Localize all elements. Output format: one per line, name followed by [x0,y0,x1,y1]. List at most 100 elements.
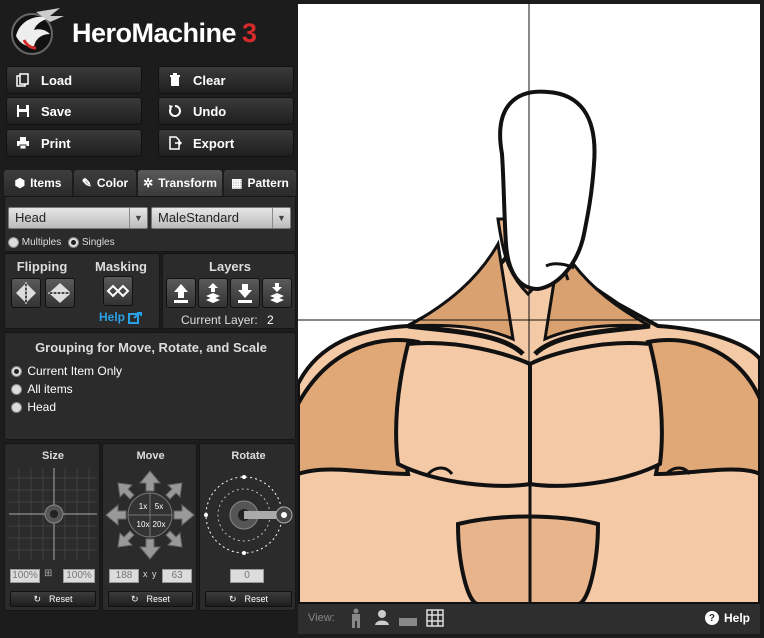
grouping-panel: Grouping for Move, Rotate, and Scale Cur… [4,332,296,440]
current-layer-label: Current Layer: [181,313,258,327]
drawing-canvas[interactable] [298,4,760,604]
size-width-field[interactable]: 100% [10,569,40,583]
layer-down-button[interactable] [262,278,292,308]
move-reset-button[interactable]: ↻ Reset [108,591,193,607]
layer-up-button[interactable] [198,278,228,308]
tab-items-label: Items [30,176,62,190]
step-5x[interactable]: 5x [151,502,167,511]
category-select[interactable]: Head ▼ [8,207,148,229]
layer-to-top-button[interactable] [166,278,196,308]
clear-label: Clear [193,72,226,88]
tab-pattern[interactable]: ▦ Pattern [224,170,296,196]
size-title: Size [41,450,64,462]
y-label: y [152,569,157,579]
export-button[interactable]: Export [158,129,294,157]
grouping-label-current: Current Item Only [27,364,123,378]
flip-vertical-icon [48,283,72,303]
arrow-up-icon [174,284,188,303]
undo-icon [167,103,183,119]
grouping-option-current[interactable]: Current Item Only [11,364,122,378]
wide-view-icon[interactable] [399,614,417,632]
view-label: View: [308,612,335,624]
tab-transform[interactable]: ✲ Transform [138,170,222,196]
undo-label: Undo [193,103,227,119]
heromachine-app: HeroMachine 3 Load Clear Save Undo Print … [0,0,764,638]
item-selector-panel: Head ▼ MaleStandard ▼ Multiples Singles [4,196,296,252]
tab-color[interactable]: ✎ Color [74,170,136,196]
multiples-radio[interactable] [8,237,19,248]
flip-horizontal-icon [16,282,36,304]
tab-bar: ⬢ Items ✎ Color ✲ Transform ▦ Pattern [4,170,296,196]
size-panel: Size 100% ⊞ 100% ↻ Reset [4,443,100,611]
current-layer: Current Layer: 2 [181,313,274,327]
layer-down-icon [270,283,284,303]
bust-view-icon[interactable] [374,609,390,632]
step-20x[interactable]: 20x [151,520,167,529]
arrow-down-icon [238,284,252,303]
rotate-reset-button[interactable]: ↻ Reset [205,591,292,607]
size-reset-button[interactable]: ↻ Reset [10,591,96,607]
load-button[interactable]: Load [6,66,142,94]
flip-horizontal-button[interactable] [11,278,41,308]
rotate-dial-icon[interactable] [202,469,294,561]
load-label: Load [41,72,73,88]
external-link-icon [128,310,143,324]
masking-help-label: Help [99,310,126,324]
multiples-label: Multiples [21,237,62,249]
reset-icon: ↻ [228,593,237,604]
grouping-option-head[interactable]: Head [11,400,56,414]
export-label: Export [193,135,235,151]
size-height-field[interactable]: 100% [63,569,95,583]
grid-view-icon[interactable] [426,609,444,632]
item-select[interactable]: MaleStandard ▼ [151,207,291,229]
mode-toggle: Multiples Singles [8,237,115,248]
mask-icon [106,284,130,298]
step-10x[interactable]: 10x [135,520,151,529]
flip-mask-panel: Flipping Masking Help [4,253,160,329]
singles-radio[interactable] [68,237,80,248]
tab-items[interactable]: ⬢ Items [4,170,72,196]
singles-label: Singles [81,237,115,249]
checker-icon: ▦ [231,176,243,190]
chevron-down-icon: ▼ [129,208,147,228]
grouping-radio-head[interactable] [11,402,22,414]
lock-ratio-icon[interactable]: ⊞ [44,568,52,579]
move-x-field[interactable]: 188 [109,569,139,583]
flip-vertical-button[interactable] [45,278,75,308]
full-body-view-icon[interactable] [348,608,364,633]
layer-up-icon [206,283,220,303]
move-panel: Move 1x 5x 10x 20x 188 x y 63 ↻ Reset [102,443,197,611]
grouping-title: Grouping for Move, Rotate, and Scale [35,340,267,355]
tab-pattern-label: Pattern [247,176,289,190]
help-button[interactable]: ? Help [704,611,750,625]
size-grid[interactable] [9,468,97,560]
undo-button[interactable]: Undo [158,97,294,125]
grouping-option-all[interactable]: All items [11,382,73,396]
category-value: Head [15,210,47,225]
app-logo: HeroMachine 3 [6,6,296,60]
reset-icon: ↻ [33,593,42,604]
floppy-icon [15,103,31,119]
current-layer-value: 2 [267,313,274,327]
x-label: x [143,569,148,579]
rotate-angle-field[interactable]: 0 [230,569,264,583]
rotate-reset-label: Reset [244,594,269,604]
mask-button[interactable] [103,276,133,306]
gear-icon: ✲ [143,176,154,190]
size-reset-label: Reset [49,594,73,604]
print-button[interactable]: Print [6,129,142,157]
step-1x[interactable]: 1x [135,502,151,511]
trash-icon [167,72,183,88]
save-label: Save [41,103,72,119]
app-title: HeroMachine 3 [72,18,257,48]
grouping-radio-all[interactable] [11,384,22,396]
layer-to-bottom-button[interactable] [230,278,260,308]
clear-button[interactable]: Clear [158,66,294,94]
character-figure [298,4,760,604]
tab-transform-label: Transform [158,176,217,190]
brush-icon: ✎ [81,176,92,190]
move-y-field[interactable]: 63 [162,569,192,583]
grouping-radio-current[interactable] [11,366,22,378]
masking-help-link[interactable]: Help [99,310,143,324]
save-button[interactable]: Save [6,97,142,125]
